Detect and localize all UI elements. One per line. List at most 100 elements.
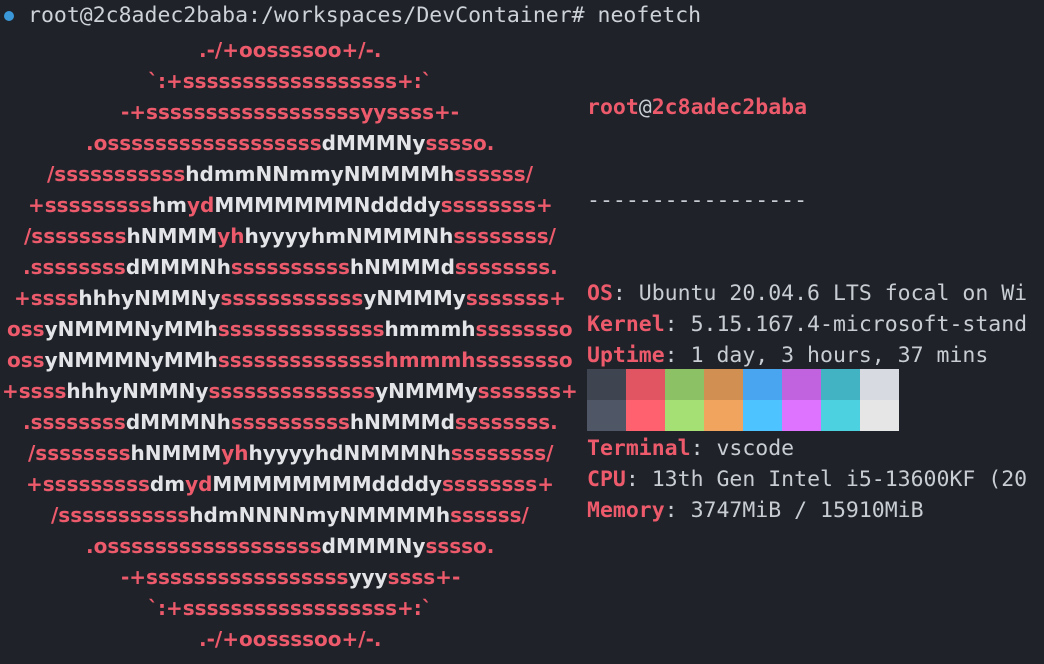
ascii-logo-line: `:+ssssssssssssssssss+:` (148, 66, 432, 97)
ascii-logo-segment: hNMMM (130, 441, 222, 465)
ascii-logo-segment: dMMMNy (321, 131, 426, 155)
ascii-logo-segment: hm (151, 193, 187, 217)
ascii-logo-line: /ssssssssssshdmNNNNmyNMMMMhssssss/ (51, 500, 529, 531)
ascii-logo-segment: yd (186, 193, 215, 217)
ascii-logo-segment: +sssssssss (26, 472, 150, 496)
ascii-logo-segment: .-/+oossssoo+/-. (199, 38, 382, 62)
palette-swatch-bright-7 (860, 400, 899, 431)
ascii-logo-segment: hdmmNNmmyNMMMMh (185, 162, 455, 186)
palette-swatch-normal-4 (743, 369, 782, 400)
ascii-logo-segment: oss (7, 317, 45, 341)
command-status-dot-icon[interactable] (4, 11, 14, 21)
info-field-label: Uptime (587, 343, 665, 368)
ascii-logo-line: .-/+oossssoo+/-. (199, 624, 382, 655)
ascii-logo-line: /sssssssshNMMMyhhyyyyhdNMMMNhssssssss/ (28, 438, 553, 469)
palette-swatch-bright-6 (821, 400, 860, 431)
prompt-command-text: root@2c8adec2baba:/workspaces/DevContain… (28, 3, 702, 28)
ascii-logo-segment: ssssss/ (450, 503, 529, 527)
ascii-logo-segment: hNMMM (126, 224, 218, 248)
ascii-logo-segment: -+ssssssssssssssssssyyssss+- (121, 100, 460, 124)
ascii-logo-line: +ssssssssshmydMMMMMMMNddddyssssssss+ (28, 190, 553, 221)
ascii-logo-line: -+sssssssssssssssssyyyssss+- (121, 562, 460, 593)
info-field-label: Kernel (587, 312, 665, 337)
ascii-logo-segment: ssssssss. (454, 410, 558, 434)
palette-row-normal (587, 369, 899, 400)
ascii-logo-segment: hmmmh (384, 317, 476, 341)
info-field-colon: : (664, 343, 691, 368)
palette-swatch-normal-3 (704, 369, 743, 400)
ascii-logo-line: -+ssssssssssssssssssyyssss+- (121, 97, 459, 128)
palette-swatch-bright-2 (665, 400, 704, 431)
ascii-logo-line: +sssssssssdmydMMMMMMMMddddyssssssss+ (26, 469, 554, 500)
info-field-colon: : (625, 467, 652, 492)
ascii-logo-segment: dMMMNh (125, 410, 231, 434)
palette-swatch-normal-2 (665, 369, 704, 400)
info-field-kernel: Kernel: 5.15.167.4-microsoft-stand (587, 309, 1044, 340)
ascii-logo-segment: oss (7, 348, 45, 372)
ascii-logo-segment: sssso. (425, 131, 495, 155)
info-field-memory: Memory: 3747MiB / 15910MiB (587, 495, 1044, 526)
ascii-logo-line: .ossssssssssssssssssdMMMNysssso. (86, 531, 494, 562)
ascii-logo-segment: yNMMMy (375, 379, 478, 403)
ascii-logo-segment: .ssssssss (23, 255, 126, 279)
ascii-logo-segment: ssssssssssssss (217, 317, 385, 341)
palette-row-bright (587, 400, 899, 431)
ascii-logo-line: +sssshhhyNMMNyssssssssssssssyNMMMyssssss… (2, 376, 578, 407)
info-field-label: Memory (587, 498, 665, 523)
color-palette (587, 369, 899, 431)
info-field-value: 13th Gen Intel i5-13600KF (20 (651, 467, 1028, 492)
palette-swatch-normal-0 (587, 369, 626, 400)
ascii-logo-segment: sssssss+ (477, 379, 578, 403)
ascii-logo-segment: ssss+- (387, 565, 461, 589)
ascii-logo-segment: hhhyNMMNy (78, 286, 221, 310)
palette-swatch-normal-6 (821, 369, 860, 400)
ascii-logo-segment: ssssssss/ (450, 441, 554, 465)
ascii-logo-segment: yyy (348, 565, 388, 589)
ascii-logo-segment: +sssssssss (28, 193, 152, 217)
ascii-logo-segment: sssssssssssssshmmmhssssssso (217, 348, 573, 372)
ascii-logo-segment: /sssssssssss (47, 162, 186, 186)
ascii-logo-segment: ssssssss+ (441, 472, 554, 496)
info-field-terminal: Terminal: vscode (587, 433, 1044, 464)
ascii-logo-segment: dm (149, 472, 186, 496)
info-field-colon: : (664, 498, 691, 523)
host-name: 2c8adec2baba (651, 95, 808, 120)
ascii-logo-segment: ssssssssss (230, 410, 350, 434)
info-field-value: Ubuntu 20.04.6 LTS focal on Wi (638, 281, 1028, 306)
palette-swatch-bright-3 (704, 400, 743, 431)
palette-swatch-bright-0 (587, 400, 626, 431)
info-field-label: OS (587, 281, 613, 306)
ascii-logo-segment: /ssssssss (28, 441, 131, 465)
user-name: root (587, 95, 639, 120)
palette-swatch-normal-7 (860, 369, 899, 400)
ascii-logo-segment: hyyyyhmNMMMNh (244, 224, 454, 248)
ascii-logo-segment: -+sssssssssssssssss (121, 565, 349, 589)
ascii-logo-line: +sssshhhyNMMNyssssssssssssyNMMMysssssss+ (14, 283, 566, 314)
ascii-logo-segment: ssssssss. (454, 255, 558, 279)
ascii-logo-segment: hhhyNMMNy (66, 379, 209, 403)
ascii-logo-line: .-/+oossssoo+/-. (199, 35, 382, 66)
ascii-logo-segment: .ossssssssssssssssss (86, 131, 322, 155)
system-info-panel: root@2c8adec2baba ----------------- OS: … (587, 30, 1044, 588)
palette-swatch-bright-5 (782, 400, 821, 431)
ascii-logo-segment: yNMMMNyMMh (44, 317, 218, 341)
ascii-logo-segment: ssssssso (475, 317, 573, 341)
ascii-logo-segment: yNMMMy (363, 286, 466, 310)
ascii-logo-segment: ssssssssssssss (208, 379, 376, 403)
ascii-logo-segment: yNMMMNyMMh (44, 348, 218, 372)
ascii-logo-segment: ssssssssssss (220, 286, 364, 310)
ascii-logo-segment: sssso. (425, 534, 495, 558)
ascii-logo-segment: hdmNNNNmyNMMMMh (189, 503, 451, 527)
ascii-logo-line: ossyNMMMNyMMhsssssssssssssshmmmhssssssso (7, 345, 573, 376)
info-field-value: vscode (716, 436, 795, 461)
info-field-value: 3747MiB / 15910MiB (690, 498, 924, 523)
separator-line: ----------------- (587, 188, 808, 213)
info-field-colon: : (690, 436, 717, 461)
user-host-line: root@2c8adec2baba (587, 92, 1044, 123)
terminal-window[interactable]: root@2c8adec2baba:/workspaces/DevContain… (0, 0, 1044, 664)
ascii-logo-segment: hyyyyhdNMMMNh (248, 441, 451, 465)
info-field-value: 5.15.167.4-microsoft-stand (690, 312, 1028, 337)
ascii-logo-segment: +ssss (14, 286, 79, 310)
ascii-logo-line: ossyNMMMNyMMhsssssssssssssshmmmhssssssso (7, 314, 573, 345)
info-field-colon: : (612, 281, 639, 306)
